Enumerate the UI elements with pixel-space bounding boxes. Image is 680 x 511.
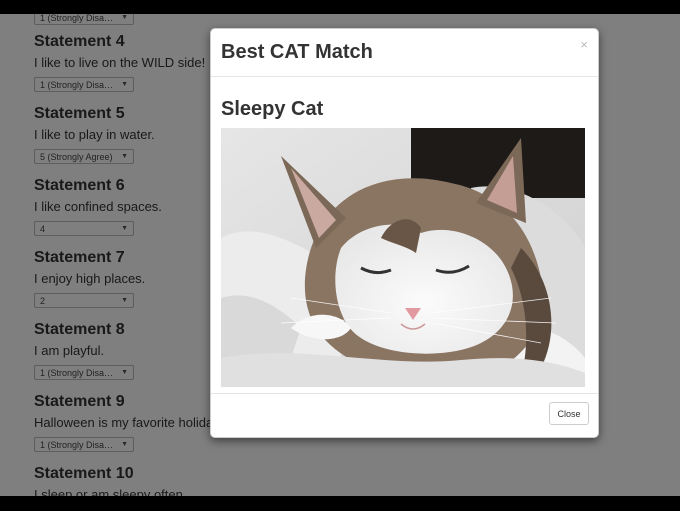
modal-body: Sleepy Cat	[211, 77, 598, 396]
result-modal: Best CAT Match × Sleepy Cat Close	[210, 28, 599, 438]
modal-footer: Close	[211, 393, 598, 437]
modal-header: Best CAT Match ×	[211, 29, 598, 77]
page-viewport: 1 (Strongly Disagree)▼ Statement 4 I lik…	[0, 14, 680, 496]
close-icon[interactable]: ×	[580, 37, 588, 52]
modal-title: Best CAT Match	[221, 41, 373, 63]
close-button[interactable]: Close	[549, 402, 589, 425]
cat-photo	[221, 128, 585, 387]
result-title: Sleepy Cat	[221, 98, 324, 120]
